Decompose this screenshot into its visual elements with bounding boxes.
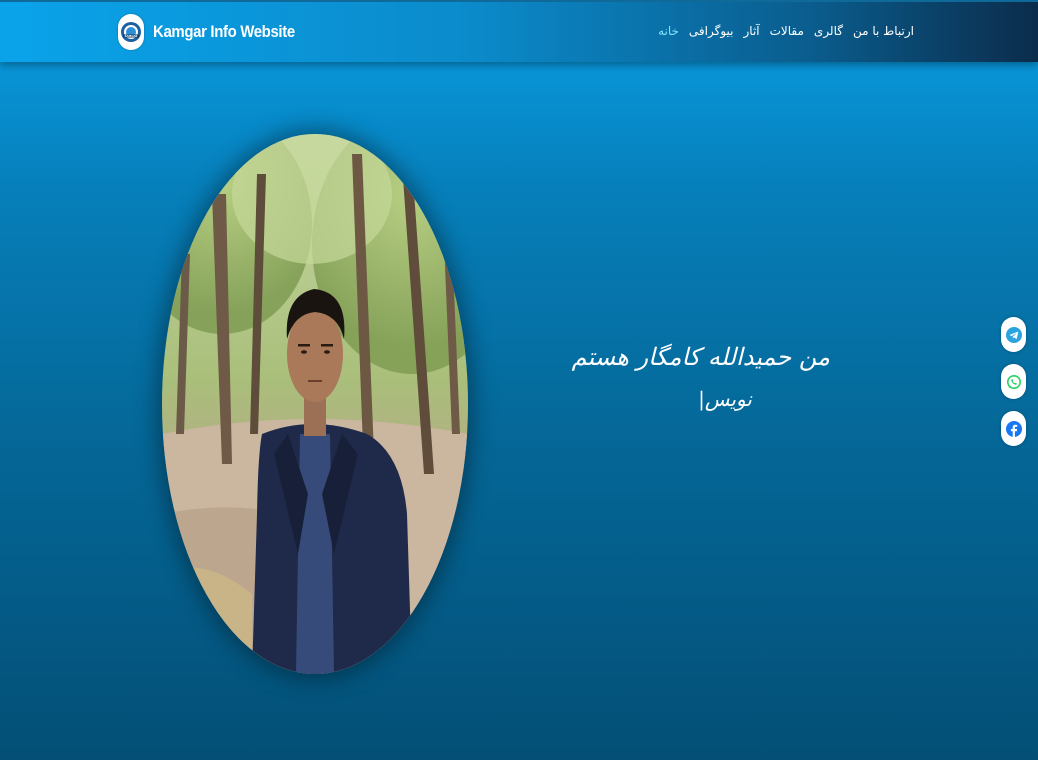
- nav-item-gallery[interactable]: گالری: [814, 24, 843, 38]
- top-navbar: KAMGAR Kamgar Info Website خانه بیوگرافی…: [0, 0, 1038, 62]
- telegram-icon: [1005, 326, 1022, 343]
- kamgar-logo-icon: KAMGAR: [118, 14, 144, 50]
- nav-item-articles[interactable]: مقالات: [770, 24, 804, 38]
- telegram-button[interactable]: [1001, 317, 1026, 352]
- whatsapp-icon: [1006, 374, 1021, 389]
- hero-section: من حمیدالله کامگار هستم نویس|: [571, 340, 830, 414]
- hero-typewriter-text: نویس|: [698, 387, 752, 411]
- whatsapp-button[interactable]: [1001, 364, 1026, 399]
- profile-photo: [162, 134, 468, 674]
- profile-photo-illustration: [162, 134, 468, 674]
- facebook-button[interactable]: [1001, 411, 1026, 446]
- hero-title: من حمیدالله کامگار هستم: [571, 343, 830, 371]
- logo-text: KAMGAR: [125, 34, 138, 38]
- facebook-icon: [1005, 420, 1022, 437]
- brand-link[interactable]: KAMGAR Kamgar Info Website: [118, 14, 314, 50]
- brand-title: Kamgar Info Website: [153, 22, 295, 41]
- nav-item-home[interactable]: خانه: [658, 24, 679, 38]
- nav-menu: خانه بیوگرافی آثار مقالات گالری ارتباط ب…: [658, 24, 914, 38]
- nav-item-contact[interactable]: ارتباط با من: [853, 24, 914, 38]
- nav-item-works[interactable]: آثار: [744, 24, 760, 38]
- nav-item-biography[interactable]: بیوگرافی: [689, 24, 734, 38]
- logo-emblem: KAMGAR: [121, 22, 141, 42]
